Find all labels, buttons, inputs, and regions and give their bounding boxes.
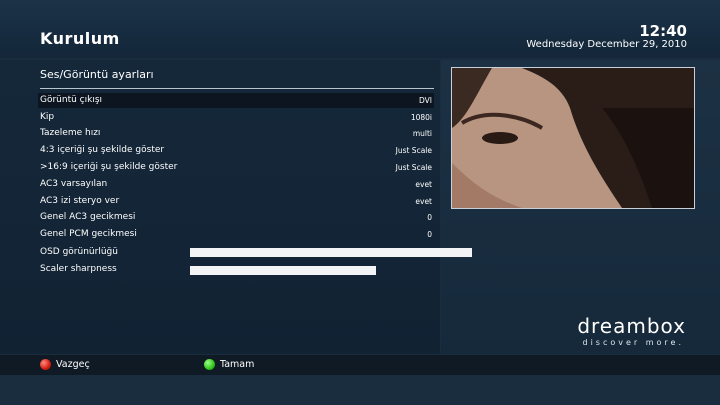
menu-row-pcm-delay[interactable]: Genel PCM gecikmesi 0 [38, 227, 434, 242]
dreambox-logo: dreambox discover more. [490, 314, 686, 356]
red-key-icon[interactable] [40, 359, 51, 370]
menu-row-label: OSD görünürlüğü [40, 247, 118, 257]
window-title: Kurulum [40, 29, 120, 48]
menu-row-label: Görüntü çıkışı [40, 95, 103, 105]
ok-button[interactable]: Tamam [220, 359, 254, 371]
section-title: Ses/Görüntü ayarları [40, 68, 154, 81]
menu-row-ac3-delay[interactable]: Genel AC3 gecikmesi 0 [38, 210, 434, 225]
section-divider [40, 88, 434, 89]
menu-row-label: Kip [40, 112, 55, 122]
clock: 12:40 [639, 22, 687, 40]
video-frame-image [452, 68, 694, 208]
menu-row-value: Just Scale [395, 146, 432, 155]
scaler-sharpness-slider[interactable] [190, 266, 376, 275]
menu-row-label: AC3 izi steryo ver [40, 196, 120, 206]
menu-row-16-9-content[interactable]: >16:9 içeriği şu şekilde göster Just Sca… [38, 160, 434, 175]
menu-row-value: 1080i [410, 113, 432, 122]
menu-row-video-output[interactable]: Görüntü çıkışı DVI [38, 93, 434, 108]
menu-row-label: >16:9 içeriği şu şekilde göster [40, 162, 178, 172]
menu-row-value: evet [415, 180, 432, 189]
menu-row-value: 0 [427, 213, 432, 222]
menu-row-value: evet [415, 197, 432, 206]
video-preview [451, 67, 695, 209]
menu-row-label: Genel AC3 gecikmesi [40, 212, 136, 222]
date-label: Wednesday December 29, 2010 [526, 39, 687, 50]
cancel-button[interactable]: Vazgeç [56, 359, 90, 371]
logo-text: dreambox [577, 314, 686, 338]
menu-row-label: Genel PCM gecikmesi [40, 229, 137, 239]
osd-visibility-slider[interactable] [190, 248, 472, 257]
menu-row-label: 4:3 içeriği şu şekilde göster [40, 145, 165, 155]
logo-tagline: discover more. [582, 338, 684, 347]
green-key-icon[interactable] [204, 359, 215, 370]
menu-row-label: Tazeleme hızı [40, 128, 101, 138]
menu-row-ac3-default[interactable]: AC3 varsayılan evet [38, 177, 434, 192]
menu-row-value: DVI [419, 96, 432, 105]
menu-row-label: Scaler sharpness [40, 264, 117, 274]
menu-row-scaler-sharpness[interactable]: Scaler sharpness [38, 262, 434, 277]
menu-row-value: multi [412, 129, 432, 138]
bottom-strip [0, 375, 720, 405]
menu-row-ac3-stereo[interactable]: AC3 izi steryo ver evet [38, 194, 434, 209]
menu-row-4-3-content[interactable]: 4:3 içeriği şu şekilde göster Just Scale [38, 143, 434, 158]
menu-row-refresh-rate[interactable]: Tazeleme hızı multi [38, 126, 434, 141]
menu-row-value: 0 [427, 230, 432, 239]
menu-row-value: Just Scale [395, 163, 432, 172]
menu-row-osd-visibility[interactable]: OSD görünürlüğü [38, 245, 472, 260]
menu-row-label: AC3 varsayılan [40, 179, 108, 189]
menu-row-mode[interactable]: Kip 1080i [38, 110, 434, 125]
button-bar [0, 355, 720, 375]
